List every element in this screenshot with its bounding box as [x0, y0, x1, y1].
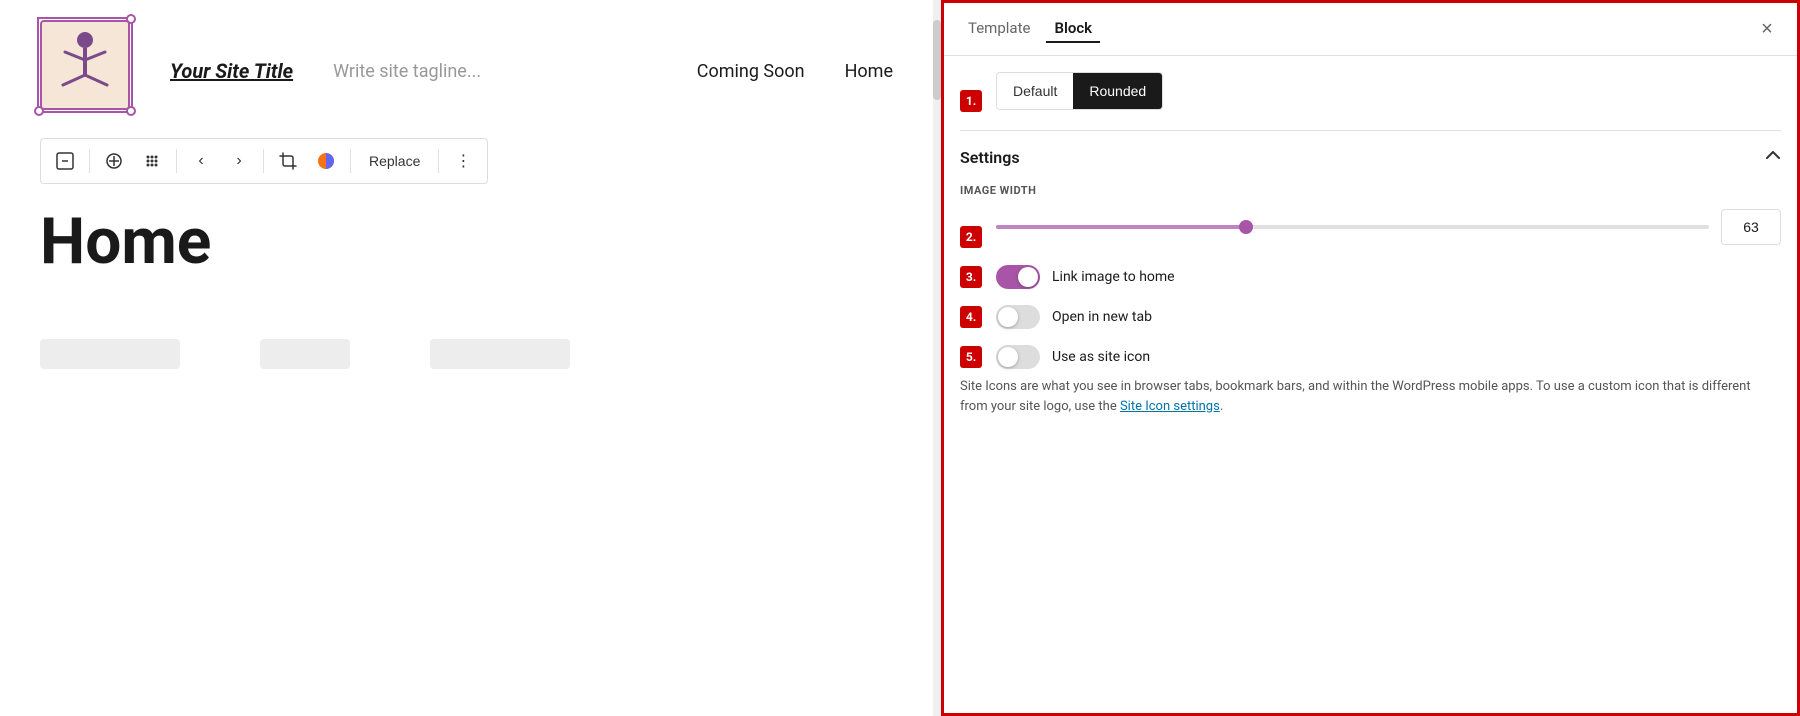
link-image-toggle-row: Link image to home [996, 265, 1781, 289]
nav-item-coming-soon[interactable]: Coming Soon [697, 61, 805, 82]
settings-section: Settings IMAGE WIDTH 2. [960, 130, 1781, 416]
panel-content: 1. Default Rounded Settings [944, 56, 1797, 713]
crop-button[interactable] [270, 143, 306, 179]
settings-header: Settings [960, 147, 1781, 168]
toggle-knob-link [1018, 267, 1038, 287]
step-label-4: 4. [960, 306, 982, 328]
toolbar-divider-1 [89, 149, 90, 173]
link-image-toggle[interactable] [996, 265, 1040, 289]
step-3: 3. [960, 266, 988, 288]
slider-thumb[interactable] [1239, 220, 1253, 234]
color-button[interactable] [308, 143, 344, 179]
right-panel: Template Block × 1. Default Rounded Sett… [941, 0, 1800, 716]
link-image-label: Link image to home [1052, 269, 1175, 285]
style-step-row: 1. Default Rounded [960, 72, 1781, 130]
logo-block[interactable] [40, 20, 130, 110]
image-width-slider-row [996, 209, 1781, 245]
tab-template[interactable]: Template [960, 15, 1038, 43]
tab-block[interactable]: Block [1046, 15, 1100, 43]
scroll-track[interactable] [933, 0, 941, 716]
grid-icon [142, 151, 162, 171]
step-label-1: 1. [960, 90, 982, 112]
style-toggle-group: Default Rounded [996, 72, 1163, 110]
replace-button[interactable]: Replace [357, 143, 432, 179]
block-toolbar: ‹ › Replace [40, 138, 488, 184]
slider-fill [996, 225, 1246, 229]
slider-step-row: 2. [960, 209, 1781, 265]
scroll-thumb[interactable] [933, 20, 941, 100]
use-as-site-icon-label: Use as site icon [1052, 349, 1150, 365]
logo-block-icon [55, 151, 75, 171]
replace-label: Replace [369, 153, 420, 169]
new-tab-step-row: 4. Open in new tab [960, 305, 1781, 329]
step-2: 2. [960, 226, 988, 248]
toggle-knob-siteicon [998, 347, 1018, 367]
block-type-button[interactable] [47, 143, 83, 179]
step-label-2: 2. [960, 226, 982, 248]
toggle-knob-newtab [998, 307, 1018, 327]
open-new-tab-label: Open in new tab [1052, 309, 1152, 325]
style-default-button[interactable]: Default [997, 73, 1073, 109]
crop-icon [278, 151, 298, 171]
more-options-button[interactable]: ⋮ [445, 143, 481, 179]
style-rounded-button[interactable]: Rounded [1073, 73, 1162, 109]
site-title[interactable]: Your Site Title [170, 59, 293, 83]
navigation: Coming Soon Home [697, 61, 893, 82]
open-new-tab-toggle[interactable] [996, 305, 1040, 329]
move-button[interactable] [134, 143, 170, 179]
step-label-3: 3. [960, 266, 982, 288]
step-5: 5. [960, 346, 988, 368]
panel-header: Template Block × [944, 3, 1797, 56]
site-icon-desc-text: Site Icons are what you see in browser t… [960, 379, 1751, 414]
site-icon-settings-link[interactable]: Site Icon settings [1120, 399, 1220, 414]
toolbar-divider-2 [176, 149, 177, 173]
logo-image [40, 20, 130, 110]
settings-collapse-button[interactable] [1765, 147, 1781, 168]
chevron-right-icon: › [236, 152, 241, 170]
settings-title: Settings [960, 148, 1020, 167]
new-tab-toggle-row: Open in new tab [996, 305, 1781, 329]
toolbar-divider-3 [263, 149, 264, 173]
image-width-label: IMAGE WIDTH [960, 184, 1781, 197]
nav-item-home[interactable]: Home [845, 61, 893, 82]
slider-track[interactable] [996, 225, 1709, 229]
site-icon-toggle-row: Use as site icon [996, 345, 1781, 369]
ghost-content [40, 339, 893, 369]
yoga-figure-icon [55, 30, 115, 100]
step-1: 1. [960, 90, 988, 112]
toolbar-divider-4 [350, 149, 351, 173]
site-tagline[interactable]: Write site tagline... [333, 61, 657, 82]
step-label-5: 5. [960, 346, 982, 368]
drag-icon [104, 151, 124, 171]
navigate-prev-button[interactable]: ‹ [183, 143, 219, 179]
navigate-next-button[interactable]: › [221, 143, 257, 179]
use-as-site-icon-toggle[interactable] [996, 345, 1040, 369]
step-4: 4. [960, 306, 988, 328]
site-icon-step-row: 5. Use as site icon [960, 345, 1781, 369]
toolbar-divider-5 [438, 149, 439, 173]
site-icon-description: Site Icons are what you see in browser t… [960, 377, 1781, 416]
more-icon: ⋮ [455, 151, 471, 171]
chevron-up-icon [1765, 147, 1781, 163]
image-width-input[interactable] [1721, 209, 1781, 245]
site-icon-desc-end: . [1220, 399, 1223, 414]
chevron-left-icon: ‹ [198, 152, 203, 170]
close-button[interactable]: × [1753, 15, 1781, 43]
drag-button[interactable] [96, 143, 132, 179]
page-heading: Home [40, 204, 893, 279]
color-icon [316, 151, 336, 171]
link-image-step-row: 3. Link image to home [960, 265, 1781, 289]
